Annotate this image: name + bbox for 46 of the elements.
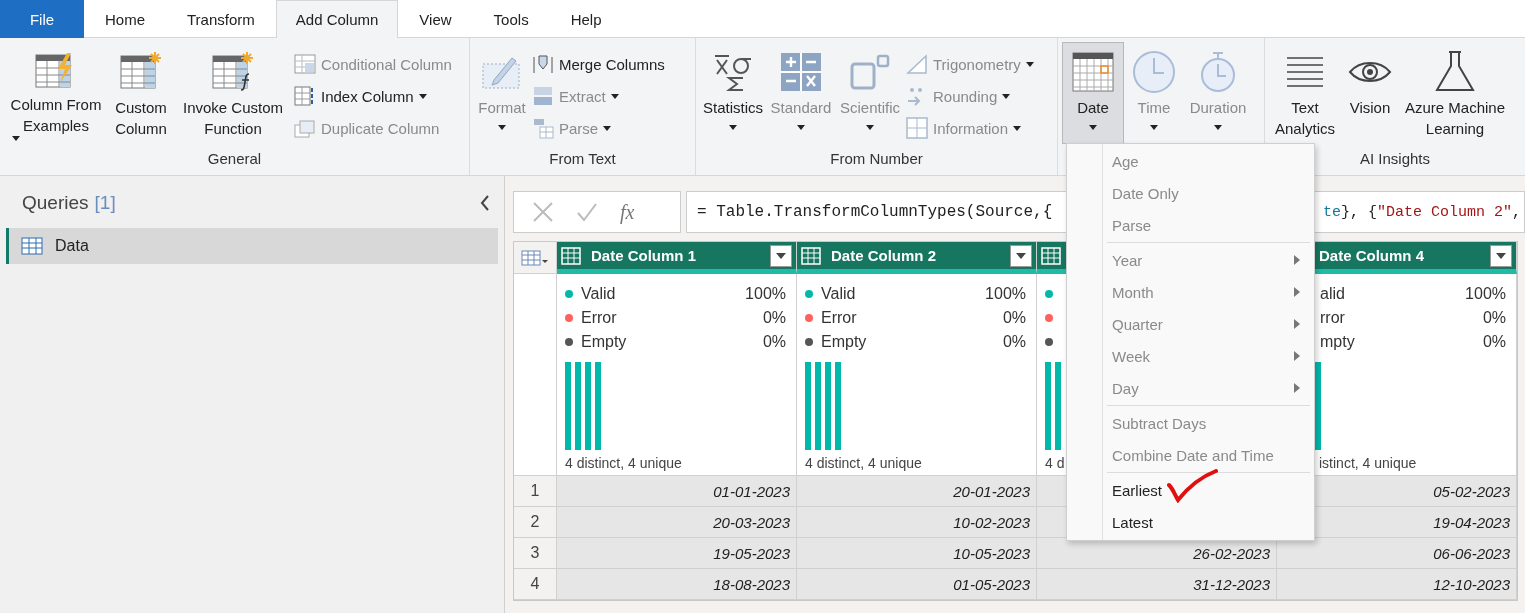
table-cell: 12-10-2023 [1277, 569, 1517, 600]
quality-percent: 0% [1482, 309, 1506, 327]
row-number: 4 [514, 569, 557, 600]
quality-percent: 0% [1482, 333, 1506, 351]
quality-label: Valid [581, 285, 616, 303]
row-number: 3 [514, 538, 557, 569]
distinct-count: 4 distinct, 4 unique [565, 455, 682, 471]
table-cell: 19-05-2023 [557, 538, 797, 569]
pane-title: Queries [22, 192, 89, 214]
table-cell: 31-12-2023 [1037, 569, 1277, 600]
quality-percent: 0% [762, 333, 786, 351]
query-count: [1] [94, 192, 116, 214]
table-cell: 01-01-2023 [557, 476, 797, 507]
table-cell: 01-05-2023 [797, 569, 1037, 600]
group-label: AI Insights [1359, 150, 1430, 167]
quality-label: Empty [581, 333, 627, 351]
quality-label: Error [821, 309, 857, 327]
quality-percent: 100% [1465, 285, 1506, 303]
quality-label: Error [581, 309, 617, 327]
quality-label: rror [1320, 309, 1345, 327]
distinct-count: istinct, 4 unique [1319, 455, 1417, 471]
table-cell: 10-05-2023 [797, 538, 1037, 569]
distinct-count: 4 d [1045, 455, 1065, 471]
column-title: Date Column 4 [1319, 247, 1425, 264]
table-cell: 18-08-2023 [557, 569, 797, 600]
quality-percent: 100% [985, 285, 1026, 303]
quality-percent: 0% [1002, 333, 1026, 351]
quality-label: mpty [1320, 333, 1355, 351]
quality-percent: 100% [745, 285, 786, 303]
table-cell: 20-03-2023 [557, 507, 797, 538]
column-title: Date Column 2 [831, 247, 937, 264]
group-label: From Number [830, 150, 923, 167]
table-cell: 06-06-2023 [1277, 538, 1517, 569]
quality-label: Valid [821, 285, 856, 303]
quality-label: alid [1320, 285, 1345, 303]
column-title: Date Column 1 [591, 247, 697, 264]
table-cell: 10-02-2023 [797, 507, 1037, 538]
group-label: General [207, 150, 262, 167]
quality-percent: 0% [762, 309, 786, 327]
quality-label: Empty [821, 333, 867, 351]
row-number: 1 [514, 476, 557, 507]
table-cell: 20-01-2023 [797, 476, 1037, 507]
group-label: From Text [549, 150, 616, 167]
row-number: 2 [514, 507, 557, 538]
quality-percent: 0% [1002, 309, 1026, 327]
distinct-count: 4 distinct, 4 unique [805, 455, 922, 471]
